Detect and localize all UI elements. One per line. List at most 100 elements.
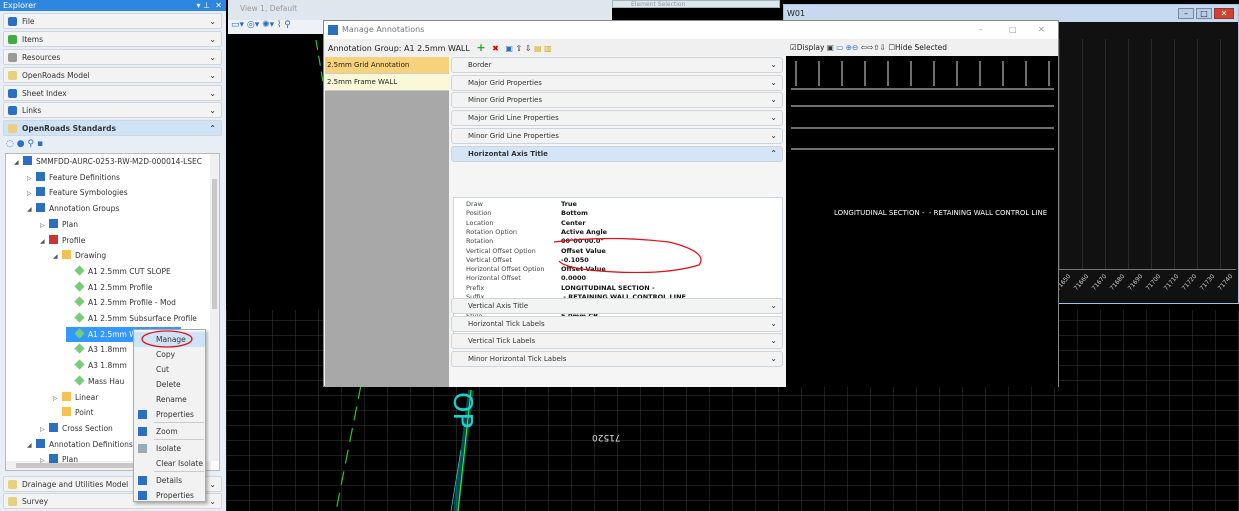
isolate-icon[interactable]: ▪ [37, 139, 43, 149]
tree-item[interactable]: A3 1.8mm [66, 342, 127, 357]
chevron-down-icon[interactable]: ⌄ [770, 317, 777, 331]
window-icon[interactable]: ▣ [505, 44, 513, 53]
pan-down-icon[interactable]: ⇩ [880, 43, 886, 52]
expander-icon[interactable]: ▷ [27, 186, 36, 201]
minimize-button[interactable]: – [1178, 8, 1194, 19]
expander-icon[interactable]: ▷ [40, 453, 49, 468]
expander-icon[interactable]: ◢ [27, 438, 36, 453]
tree-item[interactable]: ▷ Linear [53, 390, 98, 405]
maximize-button[interactable]: □ [1009, 21, 1017, 39]
annotation-list-item[interactable]: 2.5mm Frame WALL [325, 74, 449, 91]
pin-icon[interactable]: ▾ ⊥ [196, 0, 210, 11]
section-vertical-tick-labels[interactable]: Vertical Tick Labels ⌄ [451, 333, 783, 350]
property-row[interactable]: Draw True [454, 200, 782, 209]
tree-item[interactable]: ▷ Cross Section [40, 421, 113, 436]
section-minor-grid-line-properties[interactable]: Minor Grid Line Properties ⌄ [451, 127, 783, 144]
chevron-down-icon[interactable]: ⌄ [770, 129, 777, 143]
chevron-down-icon[interactable]: ⌄ [770, 93, 777, 107]
property-row[interactable]: Prefix LONGITUDINAL SECTION - [454, 284, 782, 293]
chevron-down-icon[interactable]: ⌄ [770, 299, 777, 313]
chevron-down-icon[interactable]: ⌄ [770, 334, 777, 348]
window-area-icon[interactable]: ▭ [836, 43, 843, 52]
section-openroads-model[interactable]: OpenRoads Model ⌄ [3, 67, 222, 83]
menu-item-clear-isolate[interactable]: Clear Isolate [134, 456, 205, 471]
section-major-grid-properties[interactable]: Major Grid Properties ⌄ [451, 74, 783, 91]
menu-item-isolate[interactable]: Isolate [134, 441, 205, 456]
zoom-icon[interactable]: ⚲ [27, 139, 34, 149]
section-links[interactable]: Links ⌄ [3, 102, 222, 118]
annotation-preview[interactable]: LONGITUDINAL SECTION - - RETAINING WALL … [786, 56, 1058, 387]
tree-item[interactable]: ◢ SMMFDD-AURC-0253-RW-M2D-000014-LSEC [14, 154, 202, 169]
menu-item-rename[interactable]: Rename [134, 392, 205, 407]
property-row[interactable]: Position Bottom [454, 209, 782, 218]
section-file[interactable]: File ⌄ [3, 13, 222, 29]
tree-item[interactable]: ▷ Feature Definitions [27, 170, 120, 185]
section-openroads-standards[interactable]: OpenRoads Standards ⌃ [3, 120, 222, 136]
tree-item[interactable]: ◢ Profile [40, 233, 85, 248]
chevron-up-icon[interactable]: ⌃ [770, 147, 777, 161]
tree-item[interactable]: ◢ Annotation Groups [27, 201, 119, 216]
property-row[interactable]: Rotation Option Active Angle [454, 228, 782, 237]
chevron-down-icon[interactable]: ⌄ [770, 76, 777, 90]
tree-item[interactable]: ▷ Plan [40, 217, 78, 232]
zoom-out-icon[interactable]: ⊖ [852, 43, 858, 52]
chevron-down-icon[interactable]: ⌄ [209, 494, 216, 509]
chevron-down-icon[interactable]: ⌄ [209, 103, 216, 118]
menu-item-details[interactable]: Details [134, 473, 205, 488]
tree-item[interactable]: A1 2.5mm Profile [66, 280, 153, 295]
add-icon[interactable]: + [476, 41, 485, 54]
expander-icon[interactable]: ◢ [53, 249, 62, 264]
chevron-down-icon[interactable]: ⌄ [770, 111, 777, 125]
expander-icon[interactable]: ◢ [40, 234, 49, 249]
maximize-button[interactable]: □ [1196, 8, 1212, 19]
fit-icon[interactable]: ▣ [827, 43, 834, 52]
close-icon[interactable]: ✕ [215, 0, 222, 11]
refresh-icon[interactable]: ◌ [6, 139, 14, 149]
section-minor-grid-properties[interactable]: Minor Grid Properties ⌄ [451, 92, 783, 109]
section-border[interactable]: Border ⌄ [451, 57, 783, 73]
tree-item[interactable]: A3 1.8mm [66, 358, 127, 373]
close-button[interactable]: ✕ [1038, 21, 1045, 39]
annotation-list-item[interactable]: 2.5mm Grid Annotation [325, 57, 449, 74]
menu-item-zoom[interactable]: Zoom [134, 424, 205, 439]
tree-item[interactable]: A1 2.5mm Subsurface Profile [66, 311, 197, 326]
chevron-down-icon[interactable]: ⌄ [209, 32, 216, 47]
tree-item[interactable]: A1 2.5mm CUT SLOPE [66, 264, 171, 279]
chevron-down-icon[interactable]: ⌄ [209, 68, 216, 83]
expander-icon[interactable]: ▷ [53, 391, 62, 406]
chevron-down-icon[interactable]: ⌄ [209, 477, 216, 492]
section-major-grid-line-properties[interactable]: Major Grid Line Properties ⌄ [451, 110, 783, 127]
section-horizontal-tick-labels[interactable]: Horizontal Tick Labels ⌄ [451, 315, 783, 332]
copy-icon[interactable]: ▤ [534, 44, 542, 53]
chevron-up-icon[interactable]: ⌃ [209, 121, 216, 136]
chevron-down-icon[interactable]: ⌄ [209, 50, 216, 65]
section-sheet-index[interactable]: Sheet Index ⌄ [3, 85, 222, 101]
menu-item-delete[interactable]: Delete [134, 377, 205, 392]
property-row[interactable]: Horizontal Offset 0.0000 [454, 274, 782, 283]
tree-item[interactable]: Point [53, 405, 94, 420]
tree-item[interactable]: Mass Hau [66, 374, 124, 389]
section-minor-horizontal-tick-labels[interactable]: Minor Horizontal Tick Labels ⌄ [451, 351, 783, 368]
globe-icon[interactable]: ● [17, 139, 25, 149]
property-row[interactable]: Location Center [454, 219, 782, 228]
expander-icon[interactable]: ◢ [27, 202, 36, 217]
expander-icon[interactable]: ▷ [40, 218, 49, 233]
menu-item-properties[interactable]: Properties [134, 488, 205, 503]
delete-icon[interactable]: ✖ [492, 44, 499, 53]
expander-icon[interactable]: ▷ [40, 422, 49, 437]
element-selection-window[interactable]: Element Selection [612, 0, 780, 8]
chevron-down-icon[interactable]: ⌄ [209, 86, 216, 101]
move-down-icon[interactable]: ⇩ [525, 44, 532, 53]
chevron-down-icon[interactable]: ⌄ [770, 58, 777, 72]
view1-toolbar[interactable]: ▭▾ ◎▾ ✺▾ ⌇ ⚲ [228, 20, 324, 34]
section-vertical-axis-title[interactable]: Vertical Axis Title ⌄ [451, 298, 783, 314]
tree-scrollbar[interactable] [210, 154, 219, 461]
move-up-icon[interactable]: ⇧ [516, 44, 523, 53]
menu-item-cut[interactable]: Cut [134, 362, 205, 377]
expander-icon[interactable]: ▷ [27, 171, 36, 186]
section-items[interactable]: Items ⌄ [3, 31, 222, 47]
minimize-button[interactable]: – [979, 21, 983, 39]
chevron-down-icon[interactable]: ⌄ [770, 352, 777, 366]
display-checkbox[interactable]: ☑ [790, 43, 797, 52]
tree-item[interactable]: A1 2.5mm Profile - Mod [66, 295, 176, 310]
